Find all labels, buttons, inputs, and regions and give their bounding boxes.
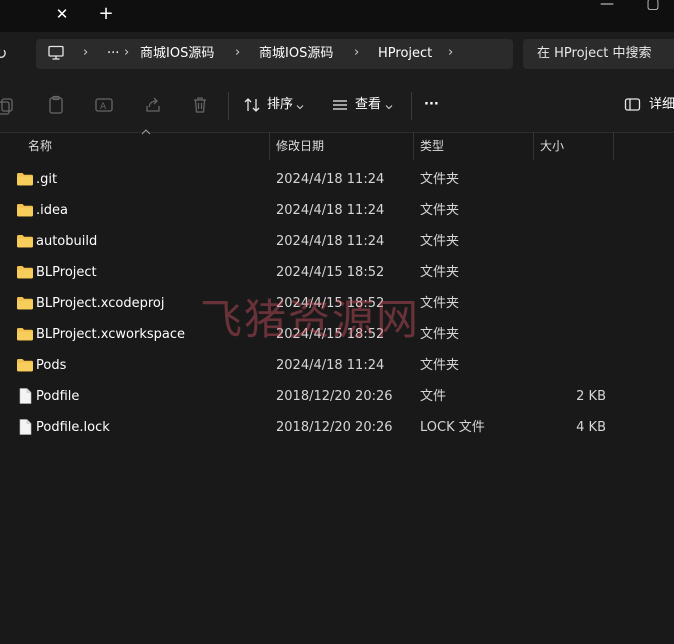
- sort-ascending-icon: [141, 128, 151, 138]
- file-type: 文件夹: [420, 203, 460, 218]
- new-tab-button[interactable]: +: [96, 3, 116, 25]
- folder-icon: [16, 325, 34, 343]
- file-modified-date: 2018/12/20 20:26: [276, 389, 393, 404]
- file-icon: [16, 418, 34, 436]
- file-size: 4 KB: [576, 420, 606, 435]
- breadcrumb-item-3[interactable]: HProject: [378, 46, 432, 62]
- file-size: [546, 326, 606, 343]
- file-type: 文件夹: [420, 234, 460, 249]
- column-header-modified[interactable]: 修改日期: [276, 138, 324, 154]
- file-type: 文件夹: [420, 172, 460, 187]
- file-row[interactable]: Podfile 2018/12/20 20:26 文件 2 KB: [0, 381, 674, 412]
- file-size: [546, 202, 606, 219]
- file-type: 文件夹: [420, 296, 460, 311]
- file-name: Pods: [36, 358, 67, 373]
- file-name: .idea: [36, 203, 68, 218]
- file-name: BLProject.xcodeproj: [36, 296, 165, 311]
- minimize-icon[interactable]: —: [597, 0, 617, 14]
- watermark-text: 飞猪资源网: [200, 295, 421, 344]
- file-modified-date: 2024/4/18 11:24: [276, 172, 385, 187]
- file-row[interactable]: Podfile.lock 2018/12/20 20:26 LOCK 文件 4 KB: [0, 412, 674, 443]
- sort-icon[interactable]: [242, 95, 262, 115]
- search-placeholder: 在 HProject 中搜索: [537, 46, 652, 61]
- share-icon[interactable]: [143, 95, 163, 115]
- column-header-name[interactable]: 名称: [28, 138, 52, 154]
- breadcrumb-item-2[interactable]: 商城IOS源码: [259, 46, 333, 62]
- file-modified-date: 2024/4/18 11:24: [276, 234, 385, 249]
- file-name: BLProject: [36, 265, 97, 280]
- file-size: [546, 295, 606, 312]
- folder-icon: [16, 232, 34, 250]
- file-type: 文件: [420, 389, 447, 404]
- rename-icon[interactable]: A: [94, 95, 114, 115]
- file-name: Podfile: [36, 389, 80, 404]
- file-size: 2 KB: [576, 389, 606, 404]
- sort-button[interactable]: 排序: [267, 94, 293, 116]
- file-size: [546, 171, 606, 188]
- close-tab-icon[interactable]: ✕: [52, 4, 72, 24]
- column-divider[interactable]: [413, 132, 414, 160]
- file-type: LOCK 文件: [420, 420, 485, 435]
- details-button[interactable]: 详细: [649, 94, 674, 116]
- breadcrumb-item-1[interactable]: 商城IOS源码: [140, 46, 214, 62]
- view-icon[interactable]: [331, 96, 349, 114]
- file-size: [546, 264, 606, 281]
- chevron-down-icon: [296, 100, 304, 110]
- column-divider[interactable]: [533, 132, 534, 160]
- column-header-size[interactable]: 大小: [540, 138, 564, 154]
- folder-icon: [16, 201, 34, 219]
- file-modified-date: 2024/4/18 11:24: [276, 358, 385, 373]
- column-divider[interactable]: [613, 132, 614, 160]
- file-modified-date: 2024/4/15 18:52: [276, 265, 385, 280]
- file-type: 文件夹: [420, 265, 460, 280]
- breadcrumb-separator-icon[interactable]: ›: [448, 45, 453, 61]
- file-modified-date: 2018/12/20 20:26: [276, 420, 393, 435]
- chevron-down-icon: [385, 100, 393, 110]
- delete-icon[interactable]: [190, 95, 210, 115]
- file-type: 文件夹: [420, 358, 460, 373]
- view-button[interactable]: 查看: [355, 94, 381, 116]
- file-size: [546, 233, 606, 250]
- file-type: 文件夹: [420, 327, 460, 342]
- file-name: .git: [36, 172, 58, 187]
- file-name: autobuild: [36, 234, 98, 249]
- column-divider[interactable]: [269, 132, 270, 160]
- folder-icon: [16, 170, 34, 188]
- file-row[interactable]: autobuild 2024/4/18 11:24 文件夹: [0, 226, 674, 257]
- breadcrumb-separator-icon: ›: [124, 45, 130, 60]
- file-name: BLProject.xcworkspace: [36, 327, 185, 342]
- breadcrumb-separator-icon: ›: [83, 45, 89, 60]
- file-row[interactable]: BLProject 2024/4/15 18:52 文件夹: [0, 257, 674, 288]
- details-pane-icon[interactable]: [624, 97, 642, 113]
- folder-icon: [16, 263, 34, 281]
- refresh-icon[interactable]: ↻: [0, 44, 16, 64]
- toolbar-divider: [228, 92, 229, 120]
- computer-icon[interactable]: [47, 45, 67, 63]
- file-icon: [16, 387, 34, 405]
- file-row[interactable]: .idea 2024/4/18 11:24 文件夹: [0, 195, 674, 226]
- folder-icon: [16, 294, 34, 312]
- breadcrumb-separator-icon: ›: [235, 45, 241, 60]
- maximize-icon[interactable]: ▢: [644, 0, 662, 12]
- file-name: Podfile.lock: [36, 420, 110, 435]
- paste-icon[interactable]: [46, 95, 66, 115]
- breadcrumb-overflow-button[interactable]: ···: [107, 46, 119, 62]
- file-modified-date: 2024/4/18 11:24: [276, 203, 385, 218]
- file-row[interactable]: .git 2024/4/18 11:24 文件夹: [0, 164, 674, 195]
- file-row[interactable]: Pods 2024/4/18 11:24 文件夹: [0, 350, 674, 381]
- toolbar-divider: [411, 92, 412, 120]
- breadcrumb-separator-icon: ›: [354, 45, 360, 60]
- copy-icon[interactable]: [0, 96, 16, 116]
- svg-text:A: A: [100, 102, 107, 112]
- more-options-button[interactable]: ···: [424, 94, 439, 116]
- file-size: [546, 357, 606, 374]
- column-header-type[interactable]: 类型: [420, 138, 444, 154]
- folder-icon: [16, 356, 34, 374]
